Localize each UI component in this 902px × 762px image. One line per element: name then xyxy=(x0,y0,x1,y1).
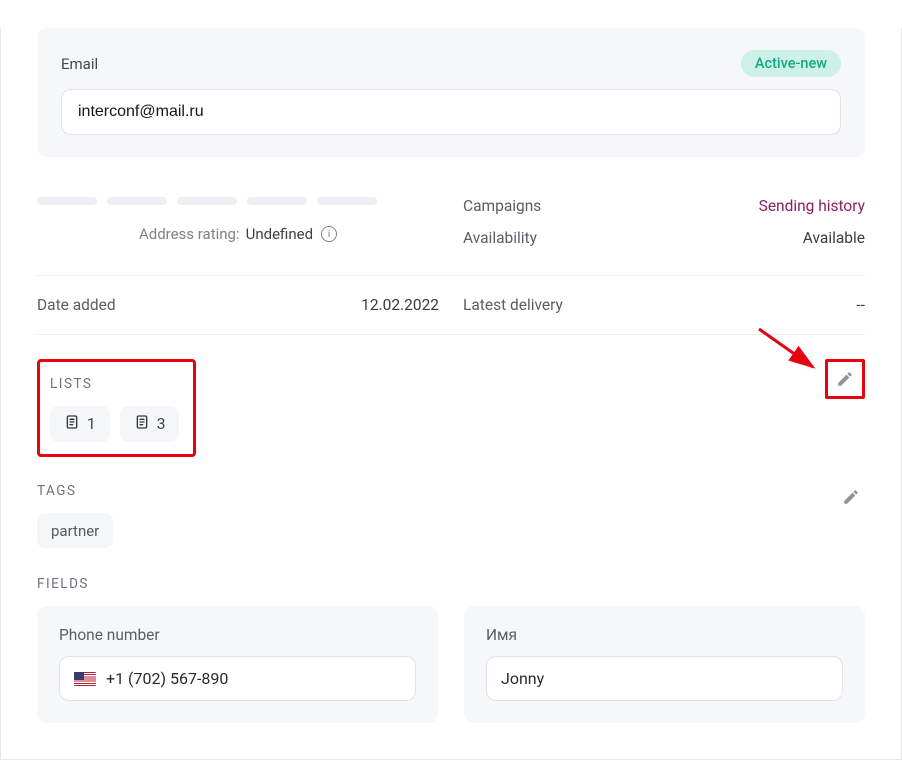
info-icon[interactable]: i xyxy=(321,226,337,242)
field-card-phone: Phone number +1 (702) 567-890 xyxy=(37,606,438,723)
name-input[interactable]: Jonny xyxy=(486,656,843,701)
divider xyxy=(37,275,865,276)
phone-label: Phone number xyxy=(59,626,416,644)
edit-tags-button[interactable] xyxy=(837,483,865,511)
fields-title: FIELDS xyxy=(37,576,865,592)
divider xyxy=(37,334,865,335)
sending-history-link[interactable]: Sending history xyxy=(759,197,865,215)
list-chip[interactable]: 3 xyxy=(120,406,180,442)
annotation-arrow xyxy=(755,323,825,373)
tags-title: TAGS xyxy=(37,483,113,499)
name-label: Имя xyxy=(486,626,843,644)
email-label: Email xyxy=(61,55,98,73)
annotation-box xyxy=(825,359,865,399)
date-added-label: Date added xyxy=(37,296,116,314)
lists-section: LISTS 1 3 xyxy=(37,359,865,457)
list-chip[interactable]: 1 xyxy=(50,406,110,442)
availability-value: Available xyxy=(803,229,865,247)
latest-delivery-label: Latest delivery xyxy=(463,296,563,314)
lists-title: LISTS xyxy=(50,376,179,392)
rating-label: Address rating: xyxy=(139,225,240,243)
tag-chip[interactable]: partner xyxy=(37,513,113,548)
name-value: Jonny xyxy=(501,669,544,688)
status-badge: Active-new xyxy=(741,50,841,77)
rating-value: Undefined xyxy=(246,225,313,243)
field-card-name: Имя Jonny xyxy=(464,606,865,723)
list-icon xyxy=(134,414,150,434)
date-added-value: 12.02.2022 xyxy=(361,296,439,314)
email-card: Email Active-new xyxy=(37,28,865,157)
phone-value: +1 (702) 567-890 xyxy=(106,669,228,688)
campaigns-label: Campaigns xyxy=(463,197,541,215)
list-chip-label: 3 xyxy=(157,415,166,433)
rating-bars xyxy=(37,197,439,205)
flag-us-icon xyxy=(74,672,96,686)
phone-input[interactable]: +1 (702) 567-890 xyxy=(59,656,416,701)
annotation-box: LISTS 1 3 xyxy=(37,359,196,457)
list-icon xyxy=(64,414,80,434)
tags-section: TAGS partner xyxy=(37,483,865,548)
email-input[interactable] xyxy=(61,89,841,135)
fields-section: FIELDS Phone number +1 (702) 567-890 Имя… xyxy=(37,576,865,723)
availability-label: Availability xyxy=(463,229,537,247)
latest-delivery-value: -- xyxy=(856,296,865,314)
list-chip-label: 1 xyxy=(87,415,96,433)
edit-lists-button[interactable] xyxy=(831,365,859,393)
